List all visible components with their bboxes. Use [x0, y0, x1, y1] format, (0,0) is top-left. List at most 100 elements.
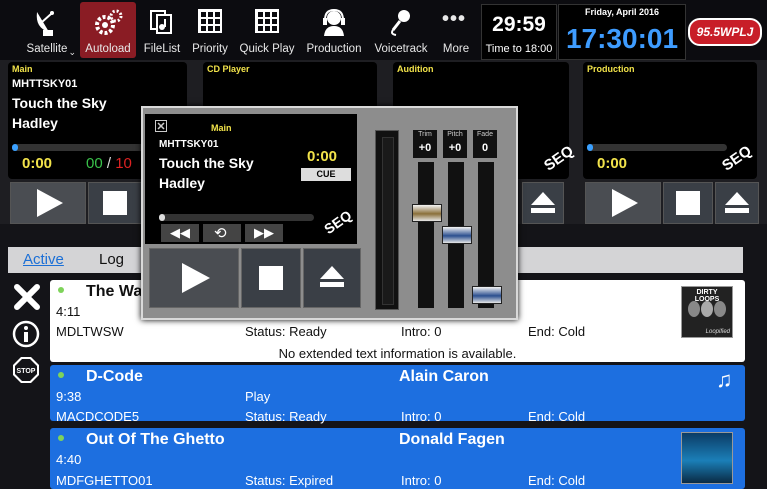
- album-art: [681, 432, 733, 484]
- song-duration: 4:40: [56, 452, 82, 467]
- countdown-box: 29:59 Time to 18:00: [481, 4, 557, 60]
- info-icon[interactable]: [12, 320, 40, 348]
- trim-fader-knob[interactable]: [412, 204, 442, 222]
- popup-deck-name: Main: [211, 123, 232, 133]
- popup-artist: Hadley: [159, 175, 205, 191]
- tab-active[interactable]: Active: [23, 251, 64, 268]
- gears-icon: [95, 9, 123, 35]
- toolbar-label: Satellite: [26, 43, 68, 55]
- loop-button[interactable]: ⟲: [203, 224, 241, 242]
- filelist-button[interactable]: FileList: [139, 2, 185, 58]
- popup-eject-button[interactable]: [303, 248, 361, 308]
- fader-label: Pitch: [447, 131, 463, 138]
- cue-button[interactable]: CUE: [301, 168, 351, 181]
- countdown-timer: 29:59: [492, 13, 546, 36]
- list-item[interactable]: Out Of The Ghetto Donald Fagen 4:40 MDFG…: [50, 428, 745, 489]
- song-status: Status: Expired: [245, 473, 334, 488]
- deck-elapsed: 0:00: [22, 155, 53, 172]
- wall-clock: 17:30:01: [565, 23, 679, 54]
- album-art: DIRTY LOOPS Loopified: [681, 286, 733, 338]
- song-action: Play: [245, 389, 271, 404]
- album-art-subtitle: Loopified: [705, 329, 730, 335]
- date-label: Friday, April 2016: [584, 7, 660, 17]
- song-status: Status: Ready: [245, 409, 327, 424]
- dropdown-caret-icon: ⌄: [68, 47, 76, 57]
- song-artist: Donald Fagen: [399, 431, 505, 448]
- fader-value: +0: [418, 142, 432, 154]
- fader-label: Trim: [418, 131, 432, 138]
- priority-button[interactable]: Priority: [188, 2, 232, 58]
- autoload-button[interactable]: Autoload: [80, 2, 136, 58]
- stop-sign-text: STOP: [17, 368, 36, 375]
- toolbar-label: Voicetrack: [374, 43, 428, 55]
- side-toolbar: STOP: [0, 276, 48, 489]
- deck-name: Audition: [397, 64, 434, 74]
- fade-fader-knob[interactable]: [472, 286, 502, 304]
- play-button[interactable]: [10, 182, 86, 224]
- rewind-icon: ◀◀: [170, 225, 190, 240]
- clock-box: Friday, April 2016 17:30:01: [558, 4, 686, 60]
- fader-value: +0: [448, 142, 462, 154]
- eject-icon: [531, 192, 555, 213]
- song-status: Status: Ready: [245, 324, 327, 339]
- extended-text-note: No extended text information is availabl…: [278, 346, 517, 361]
- toolbar-label: Quick Play: [239, 43, 295, 55]
- eject-icon: [725, 192, 749, 213]
- status-dot: [58, 287, 64, 293]
- popup-progress[interactable]: [159, 214, 314, 221]
- song-intro: Intro: 0: [401, 324, 442, 339]
- song-cart: MDFGHETTO01: [56, 473, 153, 488]
- list-item[interactable]: D-Code Alain Caron 9:38 Play MACDCODE5 S…: [50, 365, 745, 424]
- music-note-icon: ♫: [716, 367, 733, 392]
- stop-icon: [676, 191, 700, 215]
- deck-elapsed: 0:00: [597, 155, 628, 172]
- stop-button[interactable]: [88, 182, 142, 224]
- status-dot: [58, 435, 64, 441]
- popup-display: Main MHTTSKY01 Touch the Sky Hadley 0:00…: [145, 114, 357, 244]
- more-button[interactable]: ••• More: [436, 2, 476, 58]
- song-end: End: Cold: [528, 473, 586, 488]
- song-intro: Intro: 0: [401, 473, 442, 488]
- song-title: The Wa: [86, 283, 143, 300]
- popup-elapsed: 0:00: [307, 148, 338, 165]
- stop-button[interactable]: [663, 182, 713, 224]
- deck-progress[interactable]: [587, 144, 727, 151]
- close-x-icon[interactable]: [14, 284, 40, 310]
- song-cart: MDLTWSW: [56, 324, 124, 339]
- microphone-icon: [391, 10, 410, 36]
- station-logo: 95.5WPLJ: [688, 18, 762, 46]
- seq-label: SEQ: [540, 142, 577, 175]
- stop-sign-icon[interactable]: STOP: [12, 356, 40, 384]
- fast-forward-button[interactable]: ▶▶: [245, 224, 283, 242]
- main-toolbar: Satellite ⌄ Autoload FileList Priority Q…: [0, 0, 767, 60]
- pitch-fader-knob[interactable]: [442, 226, 472, 244]
- toolbar-label: Autoload: [85, 43, 131, 55]
- trim-control: Trim +0: [413, 130, 437, 158]
- deck-name: CD Player: [207, 64, 250, 74]
- toolbar-label: Priority: [192, 43, 228, 55]
- quick-play-button[interactable]: Quick Play: [236, 2, 298, 58]
- mini-player-popup: Main MHTTSKY01 Touch the Sky Hadley 0:00…: [141, 106, 518, 320]
- eject-button[interactable]: [715, 182, 759, 224]
- eject-button[interactable]: [522, 182, 564, 224]
- satellite-dish-icon: [36, 11, 54, 36]
- rewind-button[interactable]: ◀◀: [161, 224, 199, 242]
- popup-cart: MHTTSKY01: [159, 139, 219, 150]
- toolbar-label: FileList: [143, 43, 181, 55]
- deck-title: Touch the Sky: [12, 95, 107, 111]
- tab-log[interactable]: Log: [99, 251, 124, 268]
- satellite-button[interactable]: Satellite ⌄: [18, 2, 76, 58]
- production-button[interactable]: Production: [302, 2, 366, 58]
- stop-icon: [259, 266, 283, 290]
- play-button[interactable]: [585, 182, 661, 224]
- seq-label: SEQ: [321, 206, 355, 238]
- pitch-control: Pitch +0: [443, 130, 467, 158]
- close-icon[interactable]: [155, 120, 167, 132]
- popup-play-button[interactable]: [149, 248, 239, 308]
- popup-stop-button[interactable]: [241, 248, 301, 308]
- song-title: Out Of The Ghetto: [86, 431, 225, 448]
- voicetrack-button[interactable]: Voicetrack: [370, 2, 432, 58]
- play-icon: [182, 263, 210, 293]
- ellipsis-icon: •••: [442, 8, 467, 30]
- song-title: D-Code: [86, 368, 143, 385]
